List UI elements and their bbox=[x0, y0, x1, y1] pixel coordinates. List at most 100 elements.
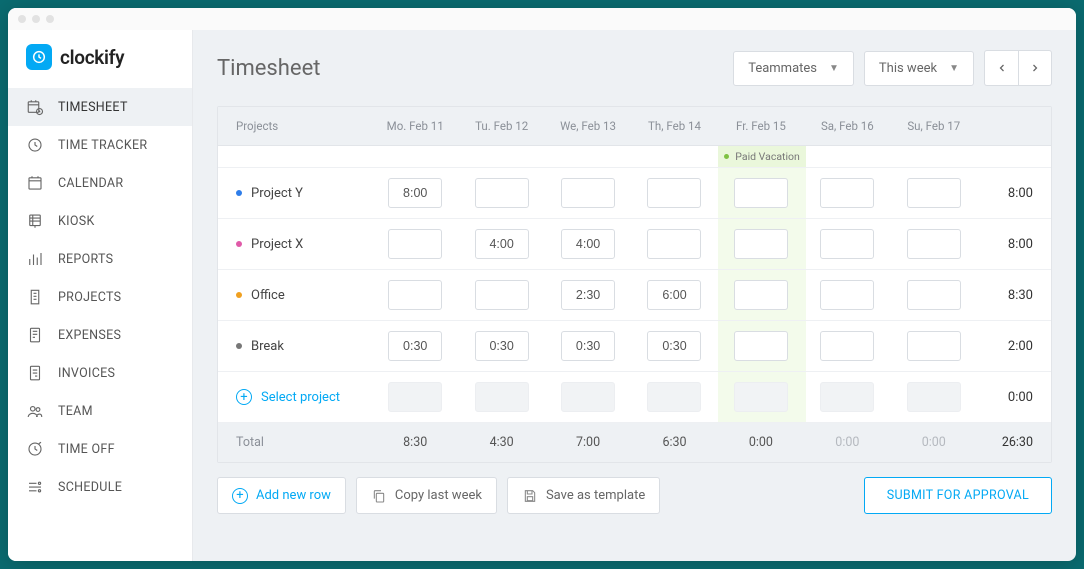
totals-day: 6:30 bbox=[631, 435, 717, 450]
time-input[interactable] bbox=[647, 178, 701, 208]
submit-approval-button[interactable]: SUBMIT FOR APPROVAL bbox=[864, 477, 1052, 514]
copy-last-week-button[interactable]: Copy last week bbox=[356, 477, 497, 514]
sidebar-item-schedule[interactable]: SCHEDULE bbox=[8, 468, 192, 506]
sidebar-item-label: TIME TRACKER bbox=[58, 138, 147, 153]
project-cell[interactable]: Break bbox=[222, 339, 372, 354]
time-input-disabled bbox=[907, 382, 961, 412]
sidebar-item-time-off[interactable]: TIME OFF bbox=[8, 430, 192, 468]
timesheet-table: ProjectsMo. Feb 11Tu. Feb 12We, Feb 13Th… bbox=[217, 106, 1052, 463]
project-name: Break bbox=[251, 339, 284, 354]
sidebar-item-team[interactable]: TEAM bbox=[8, 392, 192, 430]
time-input[interactable] bbox=[475, 178, 529, 208]
project-color-dot-icon bbox=[236, 241, 242, 247]
time-input[interactable] bbox=[388, 229, 442, 259]
time-input[interactable] bbox=[820, 229, 874, 259]
project-cell[interactable]: Project X bbox=[222, 237, 372, 252]
time-input-disabled bbox=[734, 382, 788, 412]
sidebar-item-time-tracker[interactable]: TIME TRACKER bbox=[8, 126, 192, 164]
time-input-disabled bbox=[647, 382, 701, 412]
column-header-day: Sa, Feb 16 bbox=[804, 119, 890, 133]
add-row-button[interactable]: + Add new row bbox=[217, 477, 346, 514]
sidebar-item-timesheet[interactable]: TIMESHEET bbox=[8, 88, 192, 126]
time-input[interactable] bbox=[647, 229, 701, 259]
totals-label: Total bbox=[222, 435, 372, 450]
project-cell[interactable]: Project Y bbox=[222, 186, 372, 201]
projects-icon bbox=[26, 288, 44, 306]
sidebar-item-label: TIMESHEET bbox=[58, 100, 128, 115]
teammates-dropdown-label: Teammates bbox=[748, 61, 817, 76]
time-input[interactable] bbox=[734, 331, 788, 361]
row-total: 0:00 bbox=[977, 390, 1047, 405]
time-input[interactable] bbox=[820, 280, 874, 310]
time-input[interactable] bbox=[734, 178, 788, 208]
schedule-icon bbox=[26, 478, 44, 496]
calendar-icon bbox=[26, 174, 44, 192]
timeoff-icon bbox=[26, 440, 44, 458]
save-icon bbox=[522, 488, 538, 504]
time-input[interactable] bbox=[907, 331, 961, 361]
add-row-label: Add new row bbox=[256, 488, 331, 503]
sidebar-item-kiosk[interactable]: KIOSK bbox=[8, 202, 192, 240]
time-input[interactable] bbox=[907, 178, 961, 208]
teammates-dropdown[interactable]: Teammates ▼ bbox=[733, 51, 854, 86]
time-input[interactable] bbox=[475, 331, 529, 361]
time-input[interactable] bbox=[647, 331, 701, 361]
sidebar-item-label: PROJECTS bbox=[58, 290, 121, 305]
project-row: Break2:00 bbox=[218, 321, 1051, 372]
time-input[interactable] bbox=[561, 229, 615, 259]
sidebar-item-projects[interactable]: PROJECTS bbox=[8, 278, 192, 316]
project-row: Project Y8:00 bbox=[218, 168, 1051, 219]
time-input[interactable] bbox=[734, 280, 788, 310]
time-input[interactable] bbox=[388, 178, 442, 208]
time-input[interactable] bbox=[820, 331, 874, 361]
save-template-label: Save as template bbox=[546, 488, 645, 503]
reports-icon bbox=[26, 250, 44, 268]
time-input[interactable] bbox=[475, 229, 529, 259]
time-input[interactable] bbox=[820, 178, 874, 208]
invoices-icon bbox=[26, 364, 44, 382]
time-input[interactable] bbox=[907, 280, 961, 310]
time-input[interactable] bbox=[388, 280, 442, 310]
time-input[interactable] bbox=[734, 229, 788, 259]
time-input-disabled bbox=[388, 382, 442, 412]
totals-day: 0:00 bbox=[891, 435, 977, 450]
date-range-dropdown[interactable]: This week ▼ bbox=[864, 51, 974, 86]
window-dot bbox=[46, 15, 54, 23]
project-name: Office bbox=[251, 288, 285, 303]
totals-grand: 26:30 bbox=[977, 435, 1047, 450]
next-week-button[interactable] bbox=[1018, 50, 1052, 86]
time-input[interactable] bbox=[388, 331, 442, 361]
prev-week-button[interactable] bbox=[984, 50, 1018, 86]
sidebar-item-label: CALENDAR bbox=[58, 176, 123, 191]
time-input[interactable] bbox=[561, 280, 615, 310]
time-input[interactable] bbox=[561, 178, 615, 208]
sidebar-item-invoices[interactable]: INVOICES bbox=[8, 354, 192, 392]
project-name: Project Y bbox=[251, 186, 303, 201]
brand-name: clockify bbox=[60, 46, 124, 69]
row-total: 8:00 bbox=[977, 237, 1047, 252]
caret-down-icon: ▼ bbox=[829, 63, 839, 74]
time-input[interactable] bbox=[907, 229, 961, 259]
date-range-label: This week bbox=[879, 61, 937, 76]
time-input-disabled bbox=[561, 382, 615, 412]
column-header-day: Th, Feb 14 bbox=[631, 119, 717, 133]
plus-circle-icon: + bbox=[236, 389, 252, 405]
sidebar-item-calendar[interactable]: CALENDAR bbox=[8, 164, 192, 202]
sidebar: clockify TIMESHEET TIME TRACKER CALENDAR KI… bbox=[8, 30, 193, 561]
sidebar-item-expenses[interactable]: EXPENSES bbox=[8, 316, 192, 354]
select-project-cell[interactable]: +Select project bbox=[222, 389, 372, 405]
window-dot bbox=[32, 15, 40, 23]
save-template-button[interactable]: Save as template bbox=[507, 477, 660, 514]
brand-mark-icon bbox=[26, 44, 52, 70]
totals-day: 4:30 bbox=[458, 435, 544, 450]
totals-day: 7:00 bbox=[545, 435, 631, 450]
project-cell[interactable]: Office bbox=[222, 288, 372, 303]
expenses-icon bbox=[26, 326, 44, 344]
time-input[interactable] bbox=[561, 331, 615, 361]
clock-icon bbox=[26, 136, 44, 154]
holiday-badge: Paid Vacation bbox=[718, 146, 806, 167]
time-input[interactable] bbox=[475, 280, 529, 310]
sidebar-item-reports[interactable]: REPORTS bbox=[8, 240, 192, 278]
time-input[interactable] bbox=[647, 280, 701, 310]
column-header-day: Mo. Feb 11 bbox=[372, 119, 458, 133]
